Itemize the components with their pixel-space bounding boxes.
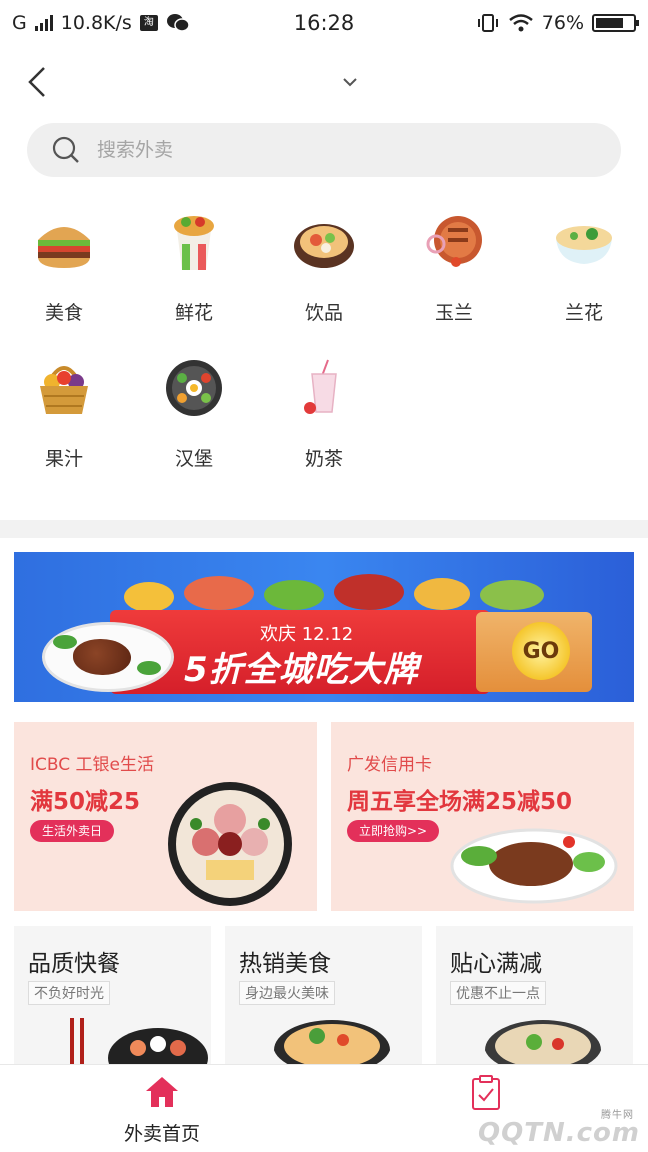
category-label: 美食 [44,302,83,324]
hotpot-icon [294,224,354,268]
promo-offer: 周五享全场满25减50 [347,789,573,815]
orders-icon [472,1075,500,1110]
banner-food-decor [124,572,564,612]
banner-title: 5折全城吃大牌 [184,650,419,690]
bottom-tab-bar: 外卖首页 腾牛网 QQTN.com [0,1064,648,1152]
tab-home[interactable]: 外卖首页 [82,1075,242,1147]
category-label: 果汁 [44,448,83,470]
net-speed: 10.8K/s [60,12,132,34]
feature-title: 热销美食 [239,951,331,977]
promo-bank: ICBC 工银e生活 [30,755,154,775]
banner-go-button[interactable]: GO [512,622,570,680]
promo-offer: 满50减25 [30,789,141,815]
pizza-icon [426,216,482,267]
milkshake-icon [304,359,337,414]
battery-icon [592,14,639,32]
promo-card-cgb[interactable]: 广发信用卡 周五享全场满25减50 立即抢购>> [331,722,634,911]
category-label: 饮品 [304,302,343,324]
wrap-icon [174,216,214,270]
chevron-down-icon[interactable] [338,70,362,94]
category-item[interactable]: 饮品 [264,210,384,330]
carrier-label: G [12,12,27,34]
category-label: 兰花 [564,302,603,324]
feature-card[interactable]: 热销美食 身边最火美味 [225,926,422,1066]
promo-card-icbc[interactable]: ICBC 工银e生活 满50减25 生活外卖日 [14,722,317,911]
watermark-small: 腾牛网 [601,1110,634,1121]
search-icon [52,136,79,163]
category-item[interactable]: 玉兰 [394,210,514,330]
category-label: 汉堡 [174,448,213,470]
steak-plate-image [42,622,174,692]
battery-percent: 76% [541,12,584,34]
category-label: 奶茶 [304,448,343,470]
category-item[interactable]: 美食 [4,210,124,330]
status-left: G 10.8K/s 淘 [12,12,190,34]
status-right: 76% [476,12,639,34]
promo-banner[interactable]: 欢庆 12.12 5折全城吃大牌 GO [14,552,634,702]
fruit-basket-icon [40,366,88,414]
feature-card[interactable]: 品质快餐 不负好时光 [14,926,211,1066]
steak-dish-image [450,828,618,904]
vibrate-icon [477,14,498,32]
feature-subtitle: 优惠不止一点 [450,981,546,1005]
wechat-icon [166,14,190,32]
category-label: 鲜花 [174,302,213,324]
wifi-icon [508,14,533,32]
stew-image [485,1020,601,1066]
home-icon [146,1077,178,1107]
burger-icon [38,227,90,268]
noodle-image [274,1020,390,1066]
category-item[interactable]: 兰花 [524,210,644,330]
search-bar[interactable] [27,123,621,177]
category-item[interactable]: 奶茶 [264,356,384,476]
top-nav [0,56,648,108]
status-bar: G 10.8K/s 淘 16:28 76% [0,0,648,46]
back-arrow-icon[interactable] [22,64,58,100]
bibimbap-icon [166,360,222,416]
promo-bank: 广发信用卡 [347,755,432,775]
tab-label: 外卖首页 [123,1123,200,1145]
platter-image [168,782,292,906]
sushi-image [70,1018,208,1066]
feature-subtitle: 身边最火美味 [239,981,335,1005]
feature-title: 品质快餐 [28,951,120,977]
watermark: 腾牛网 QQTN.com [478,1110,640,1148]
category-item[interactable]: 汉堡 [134,356,254,476]
taobao-icon: 淘 [139,15,158,31]
watermark-text: QQTN.com [478,1118,640,1148]
feature-subtitle: 不负好时光 [28,981,110,1005]
promo-tag-button[interactable]: 生活外卖日 [30,820,115,842]
noodle-bowl-icon [556,226,612,264]
signal-icon [34,15,53,31]
category-item[interactable]: 果汁 [4,356,124,476]
section-divider [0,520,648,538]
search-input[interactable] [97,139,517,161]
promo-tag-button[interactable]: 立即抢购>> [347,820,440,842]
feature-card[interactable]: 贴心满减 优惠不止一点 [436,926,633,1066]
category-label: 玉兰 [434,302,473,324]
feature-title: 贴心满减 [450,951,542,977]
category-item[interactable]: 鲜花 [134,210,254,330]
